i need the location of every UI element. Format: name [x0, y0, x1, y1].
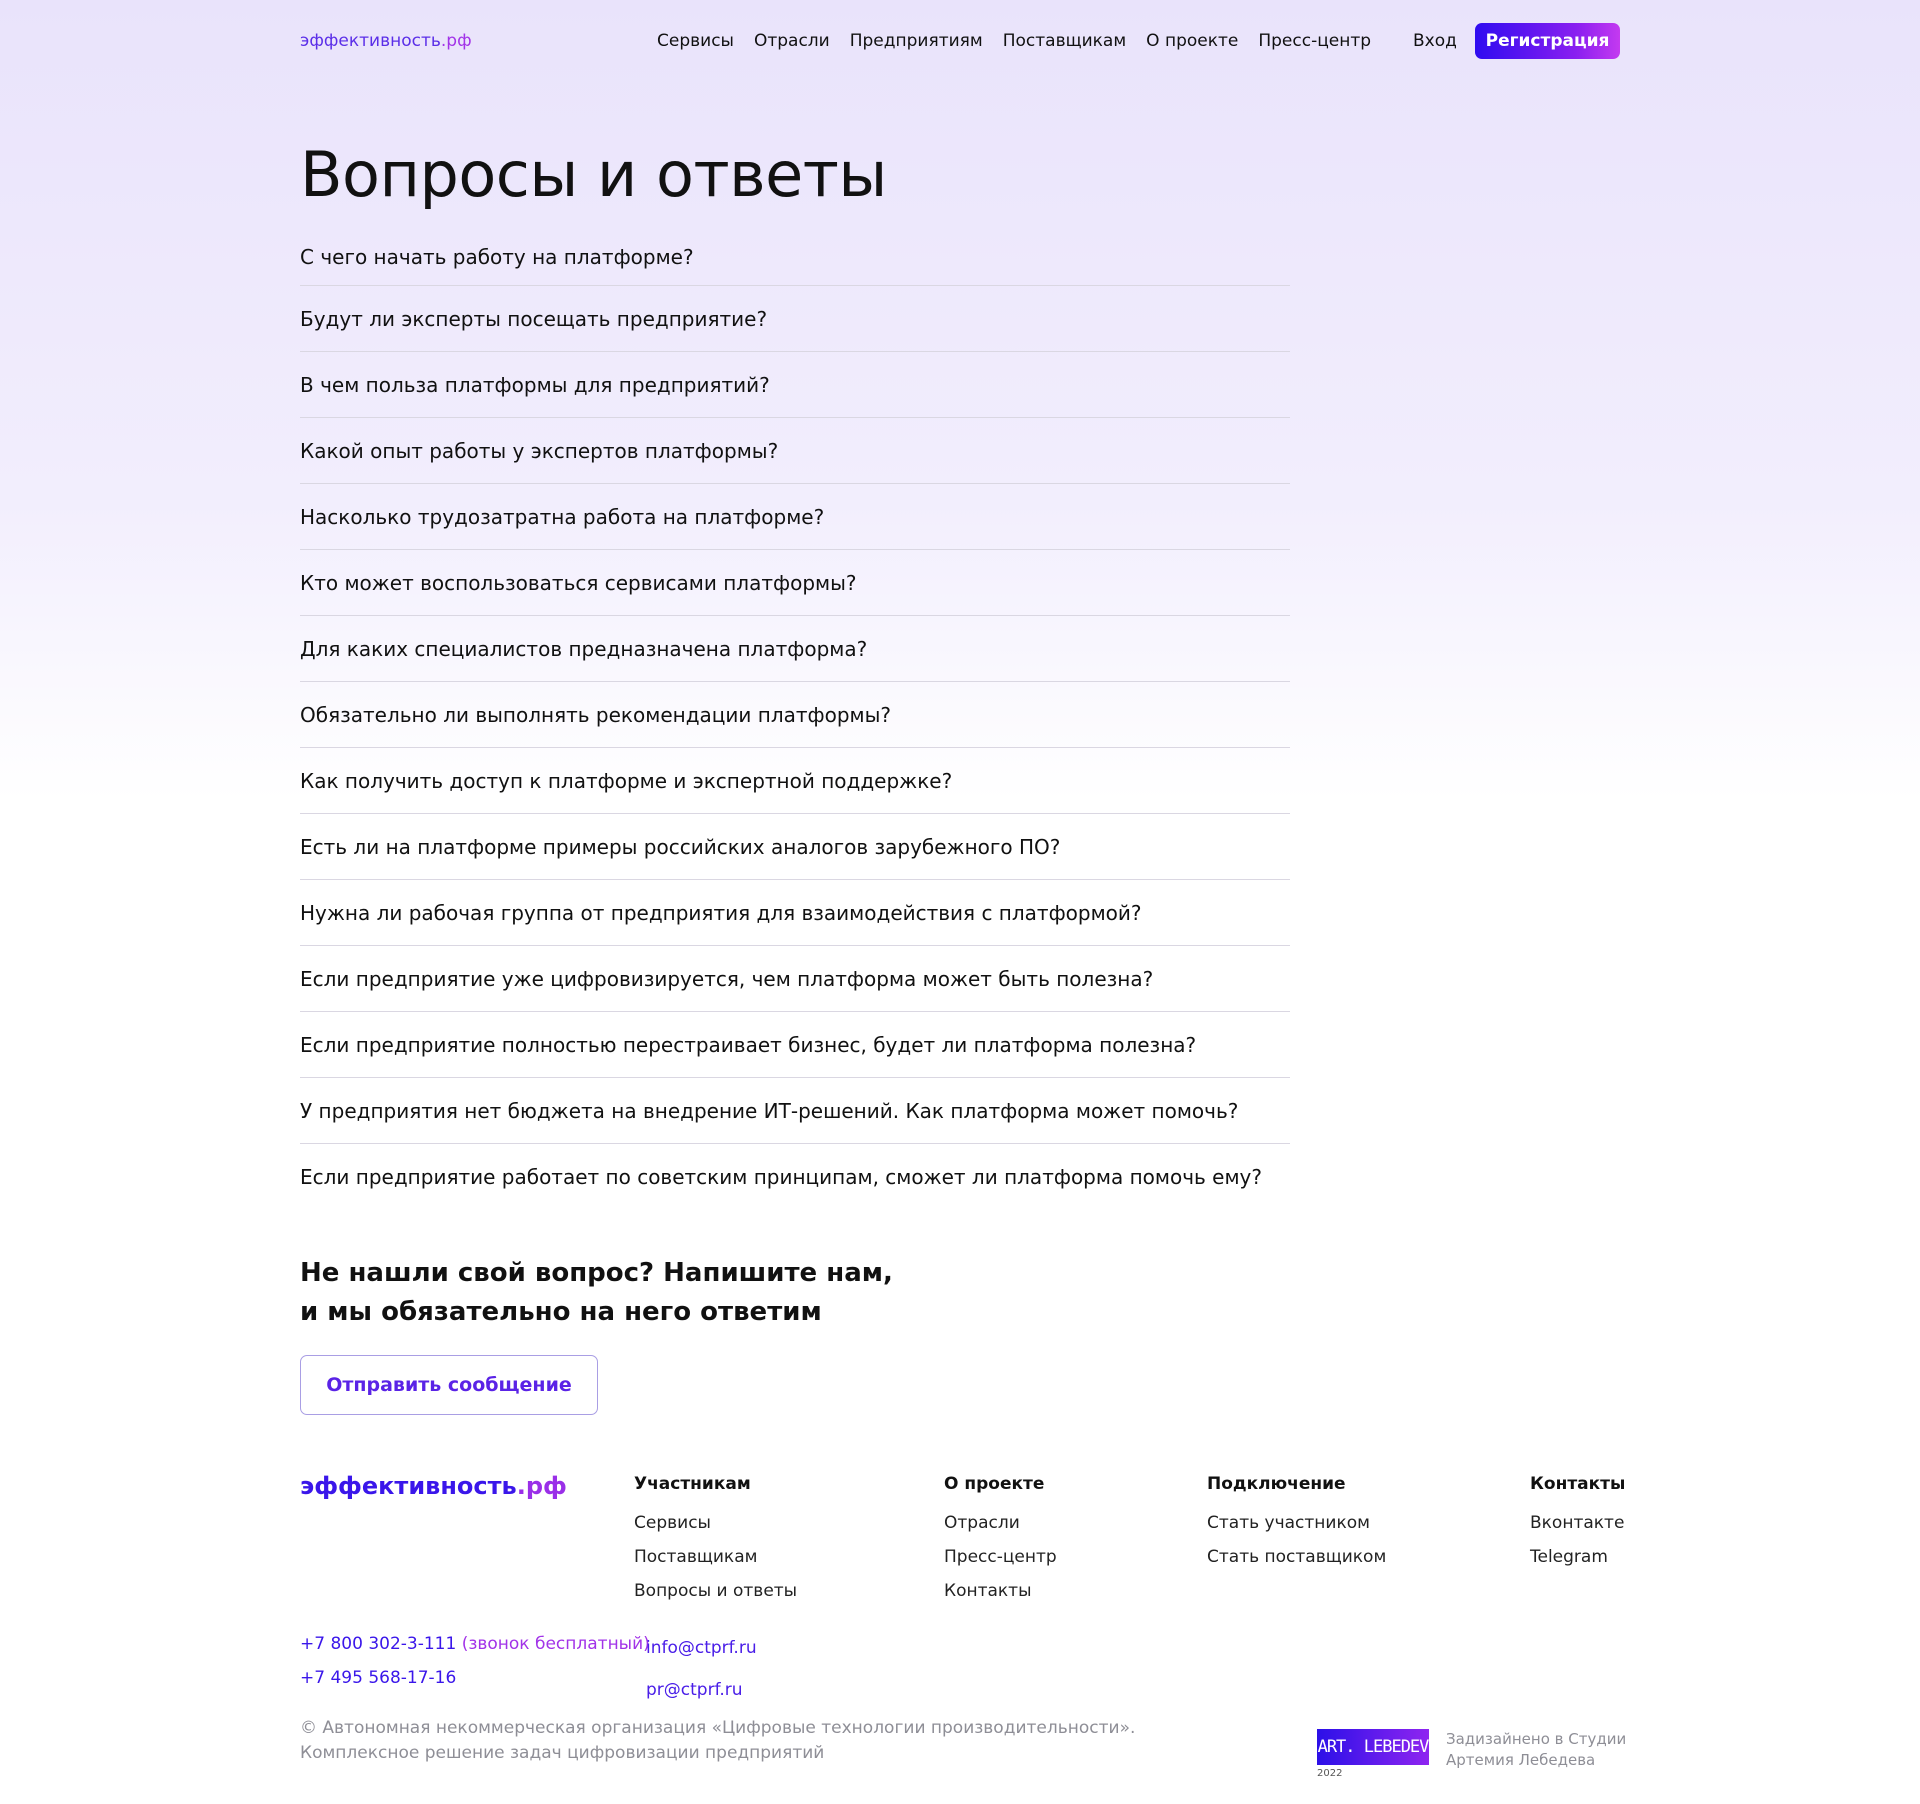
main-nav: Сервисы Отрасли Предприятиям Поставщикам…	[657, 31, 1371, 51]
send-message-button[interactable]: Отправить сообщение	[300, 1355, 598, 1415]
logo-tld: .рф	[440, 31, 472, 51]
copyright-line: Комплексное решение задач цифровизации п…	[300, 1743, 825, 1763]
studio-logo[interactable]: ART. LEBEDEV	[1317, 1729, 1429, 1765]
nav-item-about[interactable]: О проекте	[1146, 31, 1238, 51]
footer-link-services[interactable]: Сервисы	[634, 1506, 797, 1540]
footer-emails: info@ctprf.ru pr@ctprf.ru	[646, 1627, 757, 1711]
faq-item[interactable]: У предприятия нет бюджета на внедрение И…	[300, 1078, 1290, 1144]
copyright-line: © Автономная некоммерческая организация …	[300, 1718, 1136, 1738]
footer-column-about: О проекте Отрасли Пресс-центр Контакты	[944, 1474, 1057, 1608]
page-title: Вопросы и ответы	[300, 138, 887, 211]
phone-number: +7 800 302-3-111	[300, 1634, 457, 1654]
studio-credit[interactable]: Задизайнено в Студии Артемия Лебедева	[1446, 1729, 1626, 1771]
phone-link-free[interactable]: +7 800 302-3-111 (звонок бесплатный)	[300, 1627, 650, 1661]
footer-link-become-supplier[interactable]: Стать поставщиком	[1207, 1540, 1386, 1574]
footer-link-telegram[interactable]: Telegram	[1530, 1540, 1625, 1574]
copyright: © Автономная некоммерческая организация …	[300, 1716, 1135, 1766]
logo-text: эффективность	[300, 31, 441, 51]
faq-item[interactable]: Нужна ли рабочая группа от предприятия д…	[300, 880, 1290, 946]
footer-link-contacts[interactable]: Контакты	[944, 1574, 1057, 1608]
footer-link-industries[interactable]: Отрасли	[944, 1506, 1057, 1540]
studio-credit-line: Задизайнено в Студии	[1446, 1730, 1627, 1748]
nav-item-press[interactable]: Пресс-центр	[1258, 31, 1371, 51]
faq-item[interactable]: Какой опыт работы у экспертов платформы?	[300, 418, 1290, 484]
footer-logo-text: эффективность	[300, 1472, 517, 1500]
site-logo[interactable]: эффективность.рф	[300, 31, 472, 51]
footer-column-title: О проекте	[944, 1474, 1045, 1494]
cta-heading-line: Не нашли свой вопрос? Напишите нам,	[300, 1258, 893, 1288]
footer-column-connect: Подключение Стать участником Стать поста…	[1207, 1474, 1386, 1574]
faq-item[interactable]: Если предприятие уже цифровизируется, че…	[300, 946, 1290, 1012]
cta-heading: Не нашли свой вопрос? Напишите нам, и мы…	[300, 1254, 1000, 1332]
email-link-pr[interactable]: pr@ctprf.ru	[646, 1669, 757, 1711]
footer-column-title: Участникам	[634, 1474, 751, 1494]
email-link-info[interactable]: info@ctprf.ru	[646, 1627, 757, 1669]
footer-link-press[interactable]: Пресс-центр	[944, 1540, 1057, 1574]
register-button[interactable]: Регистрация	[1475, 23, 1620, 59]
footer-link-become-participant[interactable]: Стать участником	[1207, 1506, 1386, 1540]
footer-logo[interactable]: эффективность.рф	[300, 1472, 567, 1500]
footer-link-faq[interactable]: Вопросы и ответы	[634, 1574, 797, 1608]
cta-heading-line: и мы обязательно на него ответим	[300, 1297, 822, 1327]
footer-link-suppliers[interactable]: Поставщикам	[634, 1540, 797, 1574]
footer-column-participants: Участникам Сервисы Поставщикам Вопросы и…	[634, 1474, 797, 1608]
faq-item[interactable]: Обязательно ли выполнять рекомендации пл…	[300, 682, 1290, 748]
faq-item[interactable]: Кто может воспользоваться сервисами плат…	[300, 550, 1290, 616]
faq-item[interactable]: Если предприятие работает по советским п…	[300, 1144, 1290, 1210]
nav-item-enterprises[interactable]: Предприятиям	[850, 31, 983, 51]
phone-link[interactable]: +7 495 568-17-16	[300, 1661, 650, 1695]
faq-item[interactable]: С чего начать работу на платформе?	[300, 228, 1290, 286]
faq-item[interactable]: Для каких специалистов предназначена пла…	[300, 616, 1290, 682]
faq-item[interactable]: В чем польза платформы для предприятий?	[300, 352, 1290, 418]
studio-credit-line: Артемия Лебедева	[1446, 1751, 1596, 1769]
nav-item-services[interactable]: Сервисы	[657, 31, 734, 51]
footer-logo-tld: .рф	[516, 1472, 567, 1500]
site-header: эффективность.рф Сервисы Отрасли Предпри…	[300, 22, 1620, 62]
footer-column-title: Контакты	[1530, 1474, 1626, 1494]
footer-link-vkontakte[interactable]: Вконтакте	[1530, 1506, 1625, 1540]
nav-item-industries[interactable]: Отрасли	[754, 31, 830, 51]
nav-item-suppliers[interactable]: Поставщикам	[1003, 31, 1126, 51]
phone-note: (звонок бесплатный)	[456, 1634, 650, 1654]
faq-item[interactable]: Будут ли эксперты посещать предприятие?	[300, 286, 1290, 352]
studio-year: 2022	[1317, 1768, 1343, 1779]
footer-column-title: Подключение	[1207, 1474, 1346, 1494]
faq-item[interactable]: Насколько трудозатратна работа на платфо…	[300, 484, 1290, 550]
faq-item[interactable]: Если предприятие полностью перестраивает…	[300, 1012, 1290, 1078]
footer-phones: +7 800 302-3-111 (звонок бесплатный) +7 …	[300, 1627, 650, 1695]
faq-item[interactable]: Как получить доступ к платформе и экспер…	[300, 748, 1290, 814]
footer-column-contacts: Контакты Вконтакте Telegram	[1530, 1474, 1625, 1574]
login-link[interactable]: Вход	[1413, 31, 1457, 51]
faq-item[interactable]: Есть ли на платформе примеры российских …	[300, 814, 1290, 880]
faq-list: С чего начать работу на платформе? Будут…	[300, 228, 1290, 1210]
